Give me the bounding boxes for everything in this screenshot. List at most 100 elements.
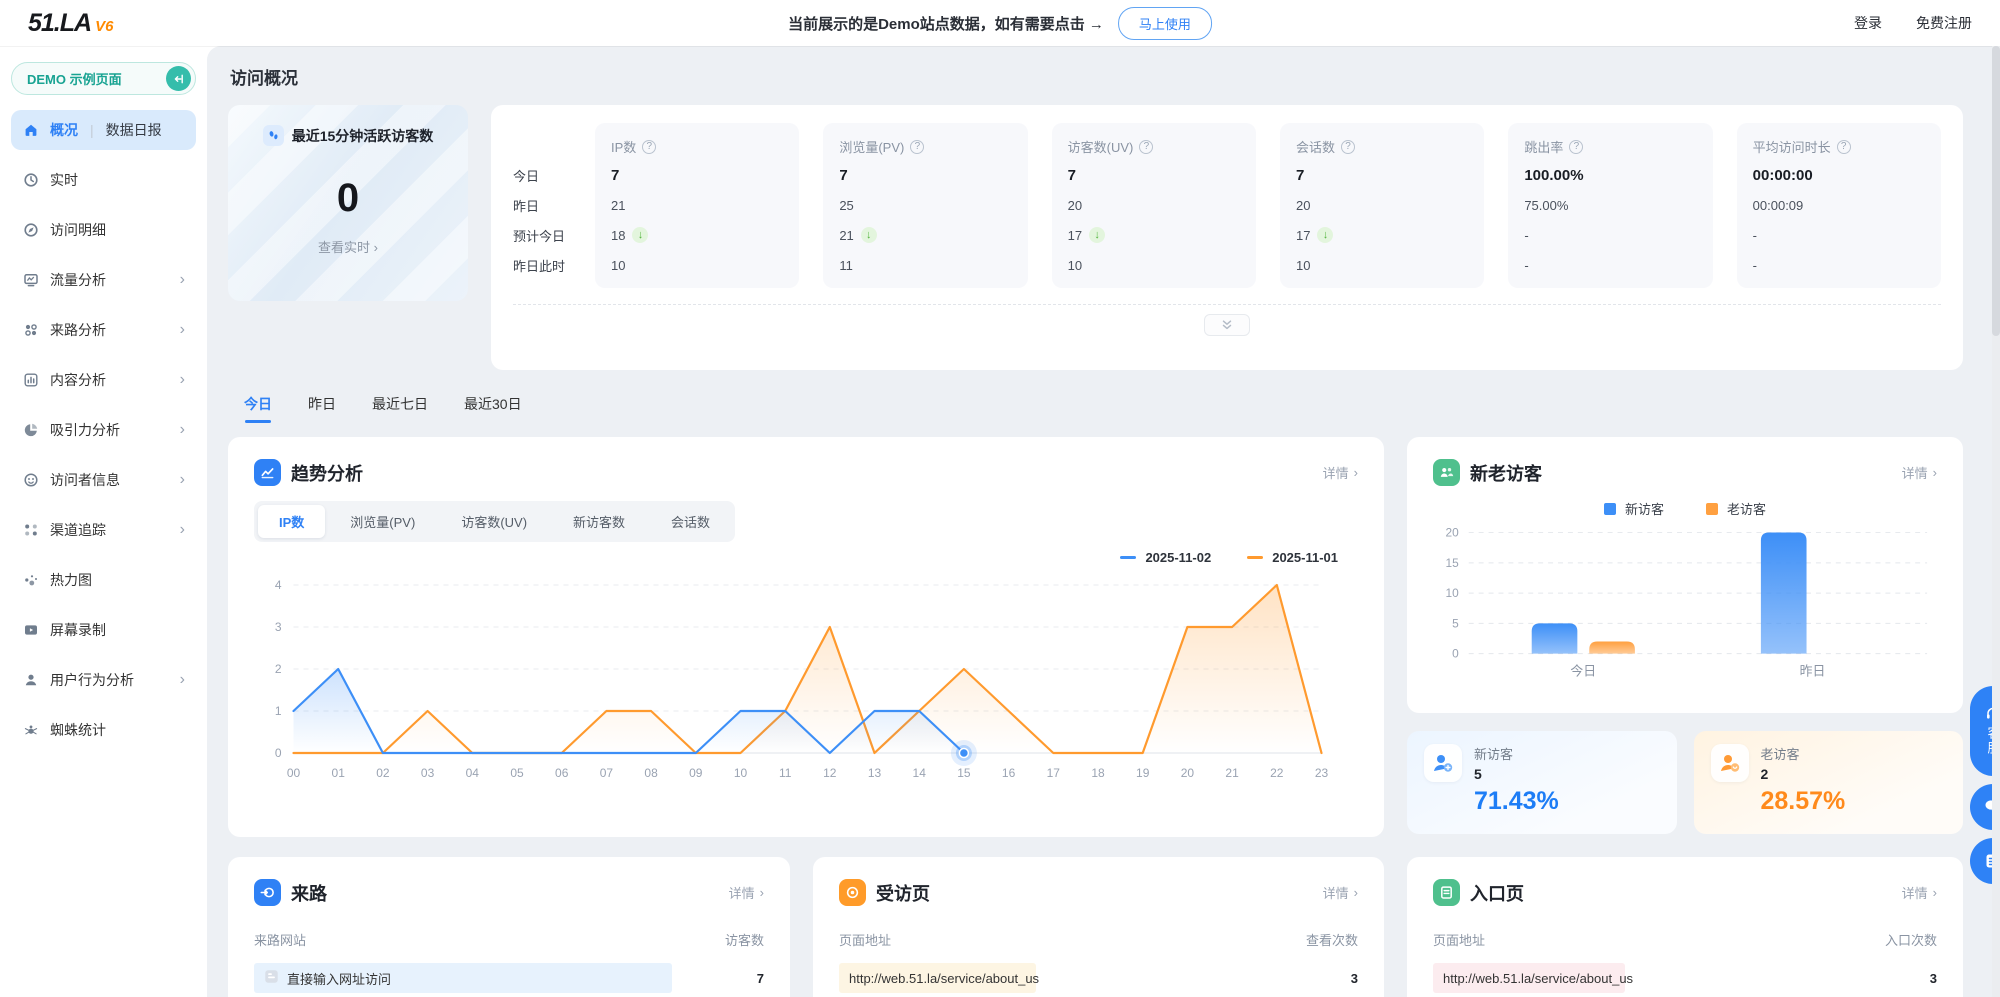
help-icon[interactable]: ? xyxy=(1139,140,1153,154)
trend-metric-tab-2[interactable]: 访客数(UV) xyxy=(440,505,548,538)
collapse-overview-button[interactable] xyxy=(1204,314,1250,336)
sidebar-item-10[interactable]: 屏幕录制 xyxy=(11,610,196,650)
sidebar-item-7[interactable]: 访问者信息› xyxy=(11,460,196,500)
sidebar-menu: 概况|数据日报实时访问明细流量分析›来路分析›内容分析›吸引力分析›访问者信息›… xyxy=(11,110,196,750)
chevron-right-icon: › xyxy=(180,372,185,388)
trend-metric-tab-3[interactable]: 新访客数 xyxy=(552,505,646,538)
sidebar-item-label: 内容分析 xyxy=(50,370,106,390)
svg-text:20: 20 xyxy=(1446,526,1460,540)
sidebar-item-9[interactable]: 热力图 xyxy=(11,560,196,600)
visitors-legend: 新访客老访客 xyxy=(1433,499,1937,518)
range-tab-0[interactable]: 今日 xyxy=(244,394,272,423)
svg-text:今日: 今日 xyxy=(1570,663,1596,678)
help-icon[interactable]: ? xyxy=(1837,140,1851,154)
site-badge-label: DEMO 示例页面 xyxy=(27,69,122,88)
sidebar-item-label: 渠道追踪 xyxy=(50,520,106,540)
login-link[interactable]: 登录 xyxy=(1854,13,1882,33)
svg-text:13: 13 xyxy=(868,766,882,780)
help-icon[interactable]: ? xyxy=(1569,140,1583,154)
sidebar-item-label: 访问者信息 xyxy=(50,470,120,490)
table-header: 页面地址查看次数 xyxy=(839,930,1358,949)
detail-link[interactable]: 详情› xyxy=(1323,883,1358,902)
detail-link[interactable]: 详情› xyxy=(1902,883,1937,902)
svg-text:01: 01 xyxy=(332,766,346,780)
range-tab-2[interactable]: 最近七日 xyxy=(372,394,428,423)
logo[interactable]: 51.LA V6 xyxy=(28,9,113,38)
card-title: 受访页 xyxy=(876,880,930,906)
sidebar-item-label: 访问明细 xyxy=(50,220,106,240)
old-visitor-icon xyxy=(1711,744,1749,782)
metric-card: 会话数?72017↓10 xyxy=(1280,123,1484,288)
svg-text:0: 0 xyxy=(275,746,282,760)
table-row[interactable]: 直接输入网址访问7 xyxy=(254,963,764,993)
scrollbar-thumb[interactable] xyxy=(1992,46,2000,336)
menu-separator: | xyxy=(90,122,94,138)
metric-columns: IP数?72118↓10浏览量(PV)?72521↓11访客数(UV)?7201… xyxy=(595,123,1941,288)
metric-card: 浏览量(PV)?72521↓11 xyxy=(823,123,1027,288)
table-row[interactable]: http://web.51.la/service/about_us3 xyxy=(1433,963,1937,993)
visitors-bar-chart: 05101520今日昨日 xyxy=(1433,518,1937,691)
stat-value: 11 xyxy=(839,250,1011,280)
sidebar-item-11[interactable]: 用户行为分析› xyxy=(11,660,196,700)
sidebar-item-1[interactable]: 实时 xyxy=(11,160,196,200)
top-header: 51.LA V6 当前展示的是Demo站点数据，如有需要点击 → 马上使用 登录… xyxy=(0,0,2000,46)
help-icon[interactable]: ? xyxy=(642,140,656,154)
chevron-right-icon: › xyxy=(1933,465,1937,480)
trend-metric-tabs: IP数浏览量(PV)访客数(UV)新访客数会话数 xyxy=(254,501,735,542)
table-header: 来路网站访客数 xyxy=(254,930,764,949)
metric-label: 访客数(UV)? xyxy=(1068,133,1240,160)
range-tab-3[interactable]: 最近30日 xyxy=(464,394,522,423)
chevron-right-icon: › xyxy=(760,885,764,900)
sidebar-item-8[interactable]: 渠道追踪› xyxy=(11,510,196,550)
svg-text:23: 23 xyxy=(1315,766,1329,780)
old-visitors-percent: 28.57% xyxy=(1761,787,1947,816)
sidebar-item-3[interactable]: 流量分析› xyxy=(11,260,196,300)
table-row[interactable]: http://web.51.la/service/about_us3 xyxy=(839,963,1358,993)
site-selector-badge[interactable]: DEMO 示例页面 xyxy=(11,62,196,95)
sidebar-item-5[interactable]: 内容分析 › xyxy=(11,360,196,400)
sidebar-collapse-button[interactable] xyxy=(166,66,191,91)
trend-metric-tab-1[interactable]: 浏览量(PV) xyxy=(329,505,436,538)
sidebar-item-sublabel: 数据日报 xyxy=(106,120,162,140)
overview-row-label: 昨日 xyxy=(513,190,573,220)
sidebar-item-label: 吸引力分析 xyxy=(50,420,120,440)
view-realtime-link[interactable]: 查看实时 › xyxy=(242,237,454,256)
sidebar-item-6[interactable]: 吸引力分析› xyxy=(11,410,196,450)
sidebar-item-4[interactable]: 来路分析› xyxy=(11,310,196,350)
metric-label: 会话数? xyxy=(1296,133,1468,160)
visitors-detail-link[interactable]: 详情› xyxy=(1902,463,1937,482)
metric-card: 跳出率?100.00%75.00%-- xyxy=(1508,123,1712,288)
range-tab-1[interactable]: 昨日 xyxy=(308,394,336,423)
svg-text:05: 05 xyxy=(510,766,524,780)
chevron-right-icon: › xyxy=(1933,885,1937,900)
help-icon[interactable]: ? xyxy=(910,140,924,154)
use-now-button[interactable]: 马上使用 xyxy=(1118,7,1212,40)
new-visitors-stat-card: 新访客 5 71.43% xyxy=(1407,731,1677,834)
detail-link[interactable]: 详情› xyxy=(729,883,764,902)
metric-label: 平均访问时长? xyxy=(1753,133,1925,160)
old-visitors-stat-card: 老访客 2 28.57% xyxy=(1694,731,1964,834)
bug-icon xyxy=(22,722,39,739)
help-icon[interactable]: ? xyxy=(1341,140,1355,154)
new-visitors-label: 新访客 xyxy=(1474,744,1513,763)
scrollbar[interactable] xyxy=(1992,46,2000,997)
people-icon xyxy=(1433,459,1460,486)
trend-metric-tab-0[interactable]: IP数 xyxy=(258,505,325,538)
sidebar-item-2[interactable]: 访问明细 xyxy=(11,210,196,250)
stat-value: 21 xyxy=(611,190,783,220)
row-name: http://web.51.la/service/about_us xyxy=(839,971,1039,986)
sidebar-item-12[interactable]: 蜘蛛统计 xyxy=(11,710,196,750)
card-title: 入口页 xyxy=(1470,880,1524,906)
svg-text:00: 00 xyxy=(287,766,301,780)
trend-metric-tab-4[interactable]: 会话数 xyxy=(650,505,731,538)
old-visitors-label: 老访客 xyxy=(1761,744,1800,763)
register-link[interactable]: 免费注册 xyxy=(1916,13,1972,33)
entry-page-card: 入口页详情›页面地址入口次数http://web.51.la/service/a… xyxy=(1407,857,1963,997)
sidebar: DEMO 示例页面 概况|数据日报实时访问明细流量分析›来路分析›内容分析›吸引… xyxy=(0,46,207,997)
row-value: 7 xyxy=(757,971,764,986)
trend-detail-link[interactable]: 详情› xyxy=(1323,463,1358,482)
svg-text:07: 07 xyxy=(600,766,614,780)
pie-icon xyxy=(22,422,39,439)
overview-row-labels: 今日昨日预计今日昨日此时 xyxy=(513,123,573,288)
sidebar-item-0[interactable]: 概况|数据日报 xyxy=(11,110,196,150)
